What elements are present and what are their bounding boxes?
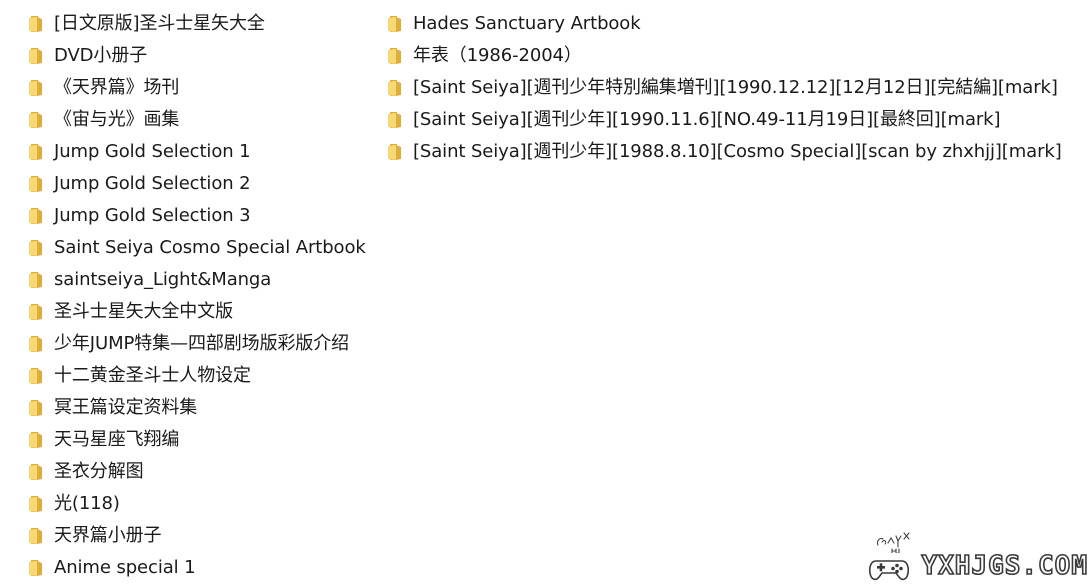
- folder-icon: [29, 560, 42, 576]
- folder-label: saintseiya_Light&Manga: [54, 269, 272, 290]
- folder-icon: [29, 272, 42, 288]
- file-list-left-column: [日文原版]圣斗士星矢大全 DVD小册子《天界篇》场刊 《宙与光》画集 Jump Go…: [28, 8, 366, 584]
- folder-item[interactable]: 十二黄金圣斗士人物设定: [28, 360, 366, 392]
- folder-item[interactable]: [Saint Seiya][週刊少年][1988.8.10][Cosmo Spe…: [387, 136, 1062, 168]
- folder-item[interactable]: Jump Gold Selection 2: [28, 168, 366, 200]
- folder-icon: [29, 368, 42, 384]
- folder-label: 光(118): [54, 493, 120, 514]
- folder-item[interactable]: 冥王篇设定资料集: [28, 392, 366, 424]
- folder-item[interactable]: 少年JUMP特集—四部剧场版彩版介绍: [28, 328, 366, 360]
- watermark-handwriting: [876, 532, 910, 553]
- site-watermark: YXHJGS.COM: [868, 523, 1088, 585]
- folder-icon: [388, 144, 401, 160]
- folder-icon: [29, 80, 42, 96]
- gamepad-icon: [868, 560, 910, 581]
- folder-item[interactable]: 天马星座飞翔编: [28, 424, 366, 456]
- folder-item[interactable]: 《天界篇》场刊: [28, 72, 366, 104]
- folder-item[interactable]: Jump Gold Selection 3: [28, 200, 366, 232]
- folder-icon: [388, 80, 401, 96]
- folder-item[interactable]: 年表（1986-2004）: [387, 40, 1062, 72]
- folder-icon: [29, 176, 42, 192]
- folder-label: Jump Gold Selection 2: [54, 173, 251, 194]
- folder-item[interactable]: 天界篇小册子: [28, 520, 366, 552]
- folder-item[interactable]: 圣衣分解图: [28, 456, 366, 488]
- folder-icon: [29, 16, 42, 32]
- folder-icon: [29, 432, 42, 448]
- folder-item[interactable]: Anime special 1: [28, 552, 366, 584]
- folder-icon: [29, 240, 42, 256]
- folder-label: 少年JUMP特集—四部剧场版彩版介绍: [54, 333, 350, 354]
- folder-item[interactable]: Saint Seiya Cosmo Special Artbook: [28, 232, 366, 264]
- folder-icon: [29, 304, 42, 320]
- folder-label: 天马星座飞翔编: [54, 429, 180, 450]
- folder-label: Saint Seiya Cosmo Special Artbook: [54, 237, 366, 258]
- folder-label: Hades Sanctuary Artbook: [413, 13, 641, 34]
- folder-item[interactable]: saintseiya_Light&Manga: [28, 264, 366, 296]
- folder-icon: [29, 528, 42, 544]
- folder-icon: [29, 496, 42, 512]
- folder-label: 《天界篇》场刊: [54, 77, 180, 98]
- folder-label: [Saint Seiya][週刊少年][1988.8.10][Cosmo Spe…: [413, 141, 1062, 162]
- folder-label: 《宙与光》画集: [54, 109, 180, 130]
- folder-icon: [29, 112, 42, 128]
- folder-item[interactable]: [Saint Seiya][週刊少年][1990.11.6][NO.49-11月…: [387, 104, 1062, 136]
- watermark-text: YXHJGS.COM: [921, 550, 1088, 582]
- folder-label: 年表（1986-2004）: [413, 45, 582, 66]
- folder-label: Anime special 1: [54, 557, 196, 578]
- folder-item[interactable]: [Saint Seiya][週刊少年特別編集増刊][1990.12.12][12…: [387, 72, 1062, 104]
- folder-label: 冥王篇设定资料集: [54, 397, 198, 418]
- folder-label: 圣斗士星矢大全中文版: [54, 301, 233, 322]
- folder-label: [日文原版]圣斗士星矢大全: [54, 13, 265, 34]
- folder-label: Jump Gold Selection 3: [54, 205, 251, 226]
- folder-icon: [29, 48, 42, 64]
- folder-icon: [29, 336, 42, 352]
- folder-icon: [29, 208, 42, 224]
- folder-icon: [29, 400, 42, 416]
- folder-icon: [29, 144, 42, 160]
- folder-item[interactable]: 光(118): [28, 488, 366, 520]
- folder-label: [Saint Seiya][週刊少年][1990.11.6][NO.49-11月…: [413, 109, 1001, 130]
- folder-icon: [29, 464, 42, 480]
- folder-label: 十二黄金圣斗士人物设定: [54, 365, 251, 386]
- folder-label: [Saint Seiya][週刊少年特別編集増刊][1990.12.12][12…: [413, 77, 1058, 98]
- folder-item[interactable]: Hades Sanctuary Artbook: [387, 8, 1062, 40]
- folder-icon: [388, 16, 401, 32]
- folder-icon: [388, 112, 401, 128]
- folder-label: DVD小册子: [54, 45, 148, 66]
- folder-item[interactable]: DVD小册子: [28, 40, 366, 72]
- folder-item[interactable]: Jump Gold Selection 1: [28, 136, 366, 168]
- folder-label: 天界篇小册子: [54, 525, 162, 546]
- folder-item[interactable]: 圣斗士星矢大全中文版: [28, 296, 366, 328]
- folder-label: 圣衣分解图: [54, 461, 144, 482]
- folder-icon: [388, 48, 401, 64]
- folder-item[interactable]: [日文原版]圣斗士星矢大全: [28, 8, 366, 40]
- folder-label: Jump Gold Selection 1: [54, 141, 251, 162]
- folder-item[interactable]: 《宙与光》画集: [28, 104, 366, 136]
- file-list-right-column: Hades Sanctuary Artbook 年表（1986-2004） [Sai…: [387, 8, 1062, 168]
